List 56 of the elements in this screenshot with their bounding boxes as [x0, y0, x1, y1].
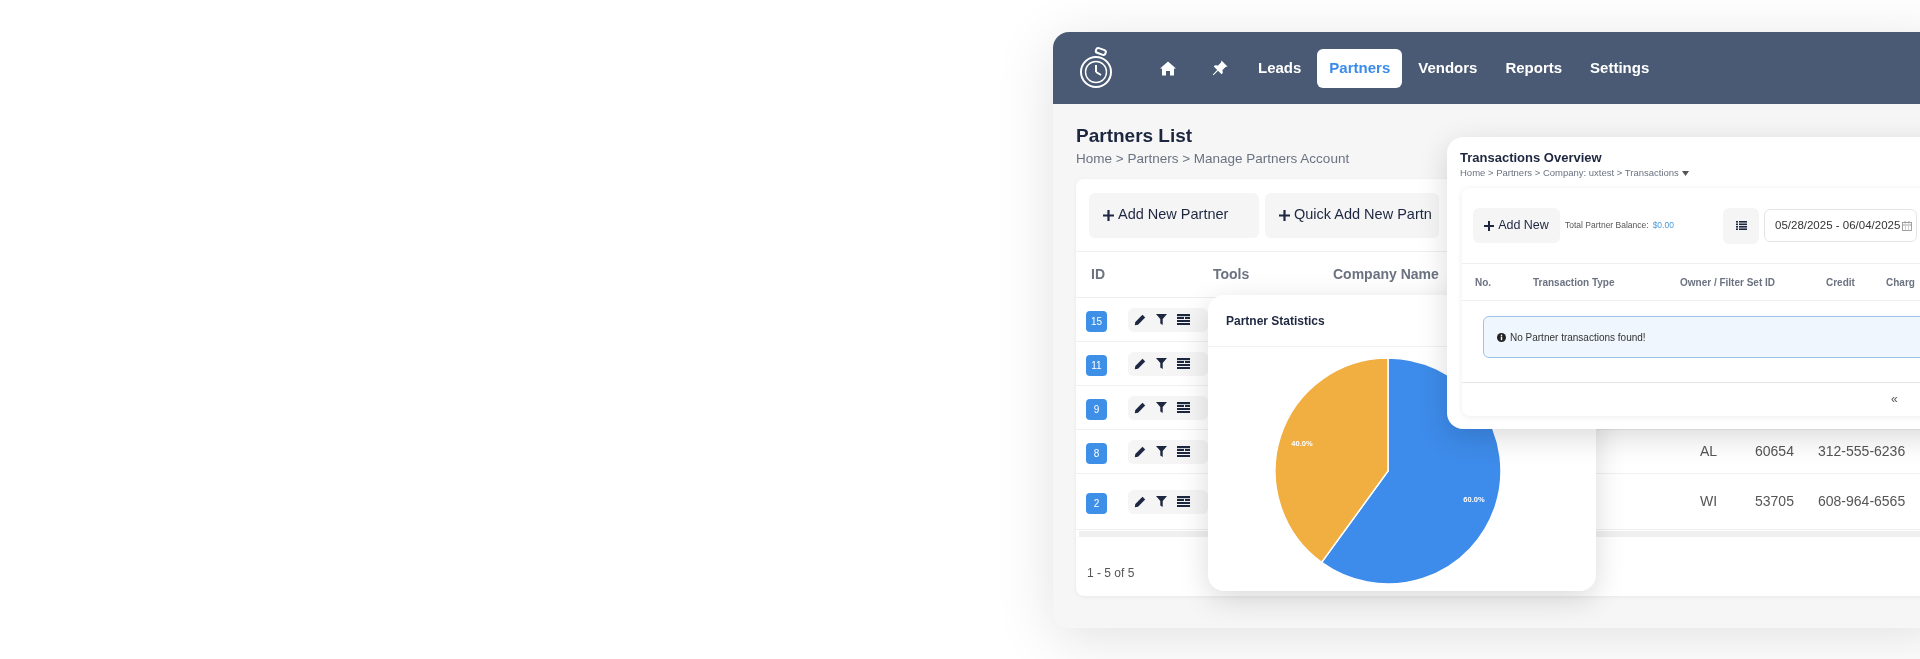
calendar-icon[interactable]: [1902, 220, 1913, 231]
plus-icon[interactable]: [1484, 220, 1495, 231]
list-icon[interactable]: [1177, 496, 1190, 507]
date-range-field[interactable]: 05/28/2025 - 06/04/2025: [1764, 209, 1917, 242]
pencil-icon[interactable]: [1134, 495, 1146, 508]
list-icon[interactable]: [1177, 314, 1190, 325]
filter-icon[interactable]: [1156, 358, 1167, 369]
column-header: No.: [1475, 275, 1493, 290]
balance-value: $0.00: [1652, 219, 1674, 232]
breadcrumb: Home > Partners > Manage Partners Account: [1076, 150, 1350, 168]
list-icon[interactable]: [1177, 358, 1190, 369]
column-header: Owner / Filter Set ID: [1680, 275, 1777, 290]
list-icon[interactable]: [1177, 446, 1190, 457]
first-page-button[interactable]: «: [1889, 390, 1900, 408]
table-footer-text: 1 - 5 of 5: [1086, 565, 1136, 582]
column-header: Company Name: [1333, 265, 1439, 284]
toolbar-button[interactable]: Add New Partner: [1089, 192, 1259, 238]
pencil-icon[interactable]: [1134, 401, 1146, 414]
filter-icon[interactable]: [1156, 446, 1167, 457]
filter-icon[interactable]: [1156, 314, 1167, 325]
list-view-button[interactable]: [1723, 207, 1759, 244]
column-header: Transaction Type: [1533, 275, 1616, 290]
column-header: Credit: [1826, 275, 1856, 290]
alert-text: No Partner transactions found!: [1510, 330, 1646, 345]
pencil-icon[interactable]: [1134, 357, 1146, 370]
plus-icon[interactable]: [1103, 209, 1114, 221]
table-cell-text: WI: [1700, 492, 1719, 511]
breadcrumb: Home > Partners > Company: uxtest > Transactions: [1460, 166, 1679, 180]
toolbar-button[interactable]: Quick Add New Partn: [1265, 192, 1439, 238]
filter-icon[interactable]: [1156, 402, 1167, 413]
nav-tab[interactable]: Vendors: [1406, 48, 1490, 88]
nav-tab[interactable]: Leads: [1246, 48, 1314, 88]
filter-icon[interactable]: [1156, 496, 1167, 507]
add-new-button[interactable]: Add New: [1473, 208, 1560, 243]
nav-tab[interactable]: Reports: [1493, 48, 1575, 88]
table-cell-text: 608-964-6565: [1818, 492, 1906, 511]
card-title: Partner Statistics: [1226, 312, 1325, 330]
table-cell-text: 53705: [1755, 492, 1795, 511]
panel-title: Transactions Overview: [1460, 149, 1603, 166]
column-header: Charg: [1886, 275, 1915, 290]
info-icon: [1497, 332, 1506, 342]
list-icon[interactable]: [1735, 221, 1747, 230]
caret-icon[interactable]: [1681, 170, 1689, 176]
table-cell-text: AL: [1700, 442, 1719, 461]
column-header: Tools: [1213, 265, 1251, 284]
plus-icon[interactable]: [1279, 209, 1290, 221]
column-header: ID: [1090, 265, 1106, 284]
balance-label: Total Partner Balance:: [1565, 219, 1649, 232]
page-title: Partners List: [1076, 124, 1193, 148]
pencil-icon[interactable]: [1134, 313, 1146, 326]
nav-tab[interactable]: Settings: [1578, 48, 1662, 88]
table-cell-text: 60654: [1755, 442, 1795, 461]
stopwatch-icon: [1078, 46, 1114, 90]
pencil-icon[interactable]: [1134, 445, 1146, 458]
list-icon[interactable]: [1177, 402, 1190, 413]
table-cell-text: 312-555-6236: [1818, 442, 1906, 461]
